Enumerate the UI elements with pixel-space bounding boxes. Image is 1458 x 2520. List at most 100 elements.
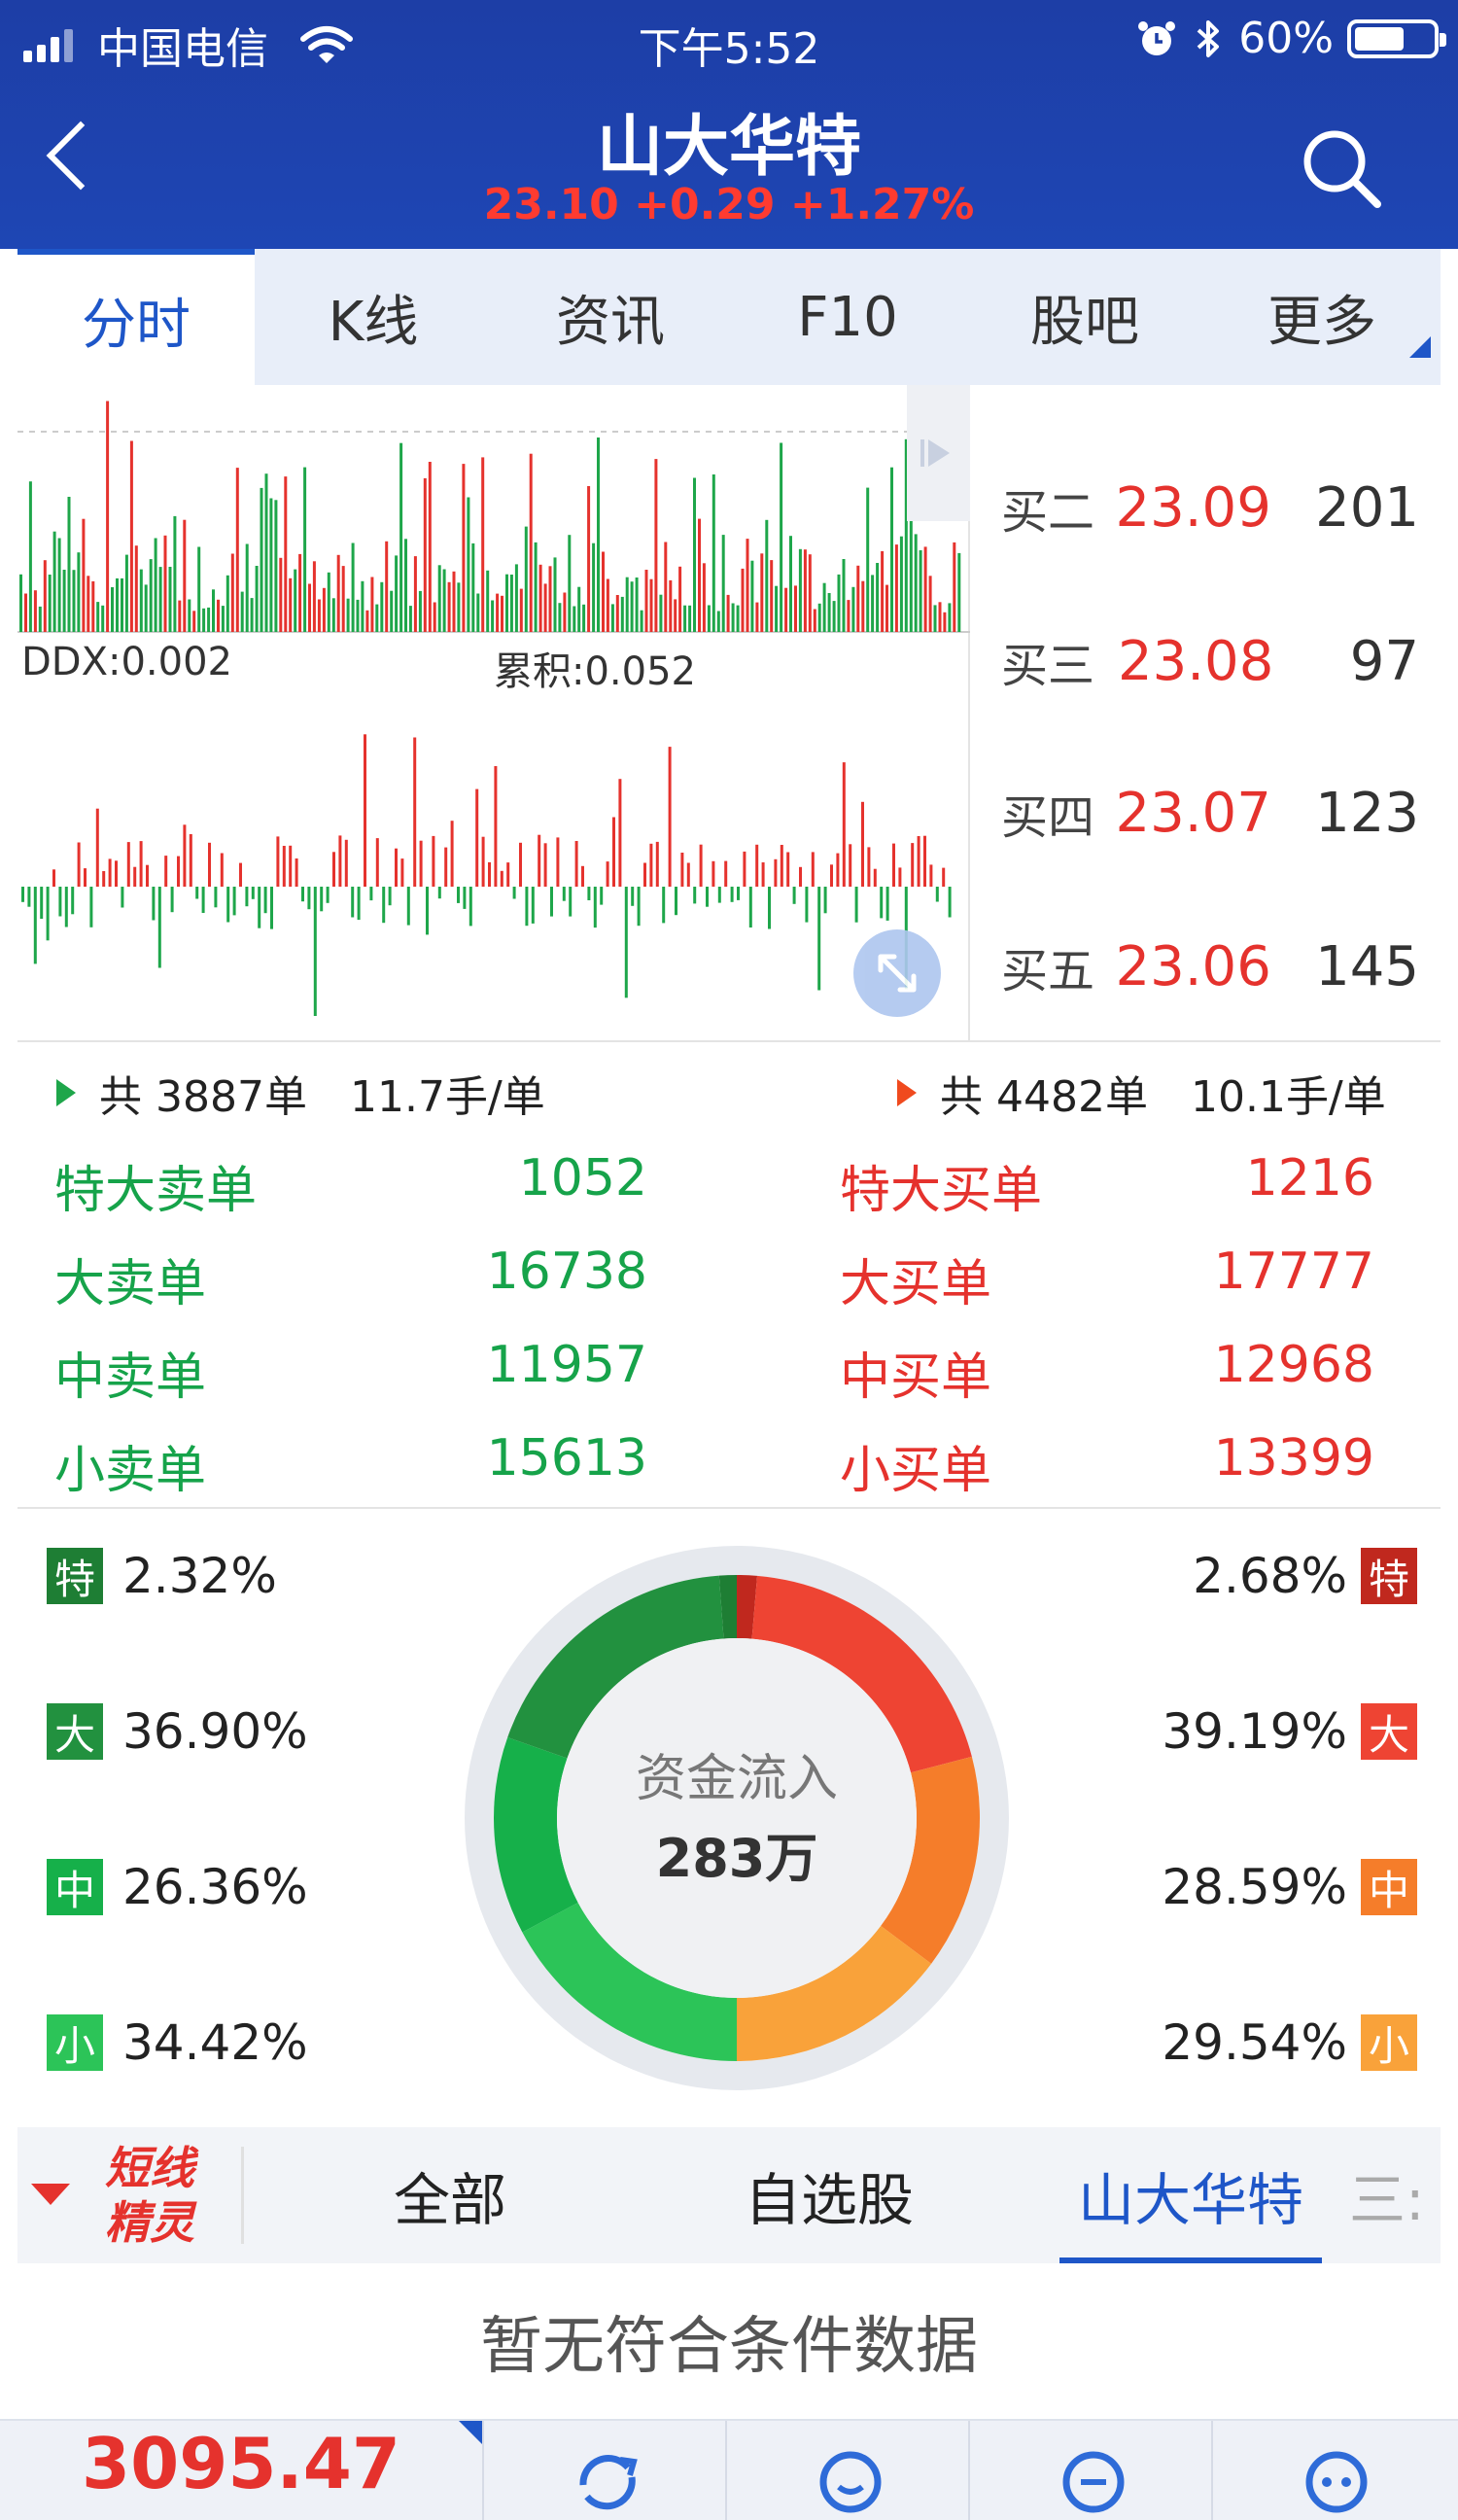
ddx-bar [587,887,591,900]
volume-bar [784,587,788,632]
volume-bar [726,594,730,632]
tab-timeshare[interactable]: 分时 [17,249,255,385]
ddx-bar [121,887,124,908]
volume-bar [158,567,162,632]
ddx-bar [649,843,653,887]
ddx-bar [258,887,261,928]
order-row[interactable]: 买二 23.09 201 [1001,469,1419,546]
side-panel-handle[interactable] [907,385,970,521]
ddx-bar [177,856,180,887]
ddx-bar [40,887,44,919]
sell-row-name: 特大卖单 [54,1162,258,1220]
volume-bar [331,598,335,632]
minus-icon[interactable] [1050,2438,1137,2520]
order-row[interactable]: 买五 23.06 145 [1001,928,1419,1005]
ddx-bar [680,853,684,887]
ddx-bar [668,747,672,887]
volume-bar [674,599,677,632]
order-price: 23.09 [1115,475,1271,540]
subtab-current-stock[interactable]: 山大华特 [1059,2127,1322,2263]
order-volume: 145 [1315,934,1419,998]
order-label: 买四 [1001,790,1095,845]
short-signal-logo: 短线精灵 [105,2142,194,2249]
volume-bar [881,550,885,632]
search-stock-icon[interactable] [807,2438,894,2520]
ddx-bar [351,887,355,918]
volume-bar [202,608,206,632]
ddx-bar [562,887,566,901]
index-value[interactable]: 3095.47 [0,2423,482,2504]
sell-pct-row: 中 26.36% [47,1859,308,1915]
volume-bar [48,575,52,632]
sell-pct-value: 34.42% [122,2014,308,2071]
order-row[interactable]: 买三 23.08 97 [1001,622,1419,700]
search-icon[interactable] [1298,124,1385,212]
volume-bar [101,605,105,632]
ddx-bar [108,858,112,887]
volume-bar [625,577,629,632]
tab-more[interactable]: 更多 [1203,249,1441,385]
tab-kline[interactable]: K线 [255,249,492,385]
divider [482,2421,484,2520]
volume-bar [496,593,500,632]
volume-bar [399,442,403,632]
ddx-bar [942,867,946,887]
sell-row-value: 15613 [486,1429,647,1488]
volume-bar [606,578,609,632]
subtab-label: 全部 [393,2167,506,2233]
volume-bar [938,602,942,632]
super-buy-badge: 特 [1361,1548,1417,1604]
subtab-more[interactable]: 三: [1349,2127,1425,2263]
volume-bar [269,498,273,632]
expand-icon[interactable] [853,929,941,1017]
ddx-bar [730,887,734,902]
sell-row-value: 1052 [518,1149,647,1208]
volume-bar [428,462,432,632]
tab-forum[interactable]: 股吧 [966,249,1203,385]
volume-bar [813,609,816,632]
ddx-bar [911,843,915,887]
more-icon[interactable] [1293,2438,1380,2520]
accumulated-label: 累积:0.052 [494,649,696,694]
volume-bar [134,545,138,632]
ddx-bar [693,887,697,904]
volume-bar [207,607,211,632]
medium-sell-badge: 中 [47,1859,103,1915]
volume-bar [640,610,643,632]
volume-bar [230,553,234,632]
ddx-bar [84,868,87,887]
tab-news[interactable]: 资讯 [492,249,729,385]
ddx-bar [201,887,205,913]
order-row[interactable]: 买四 23.07 123 [1001,774,1419,852]
refresh-icon[interactable] [564,2438,651,2520]
volume-bar [702,563,706,632]
ddx-bar [239,862,242,887]
volume-bar [837,574,841,632]
ddx-bar [811,852,815,887]
volume-bar [620,596,624,632]
dropdown-triangle-icon[interactable] [31,2184,70,2205]
ddx-bar [320,887,324,912]
ddx-bar [307,887,311,910]
volume-bar [712,474,715,632]
subtab-watchlist[interactable]: 自选股 [688,2127,970,2263]
volume-bar [226,575,229,632]
volume-bar [592,542,596,632]
ddx-bar [861,801,864,887]
ddx-bar [805,887,809,923]
ddx-bar [133,866,137,887]
ddx-bar [792,887,796,904]
chart-area[interactable]: DDX:0.002 累积:0.052 [17,385,970,1040]
subtab-all[interactable]: 全部 [309,2127,591,2263]
ddx-bar [419,840,423,887]
volume-bar [750,560,754,632]
volume-bar [82,518,86,632]
volume-bar [28,481,32,632]
ddx-bar [618,779,622,887]
ddx-bar [538,834,541,887]
ddx-bar [295,858,298,887]
volume-bar [96,602,100,632]
ddx-bar [413,737,417,887]
tab-f10[interactable]: F10 [729,249,966,385]
volume-bar [716,611,720,632]
